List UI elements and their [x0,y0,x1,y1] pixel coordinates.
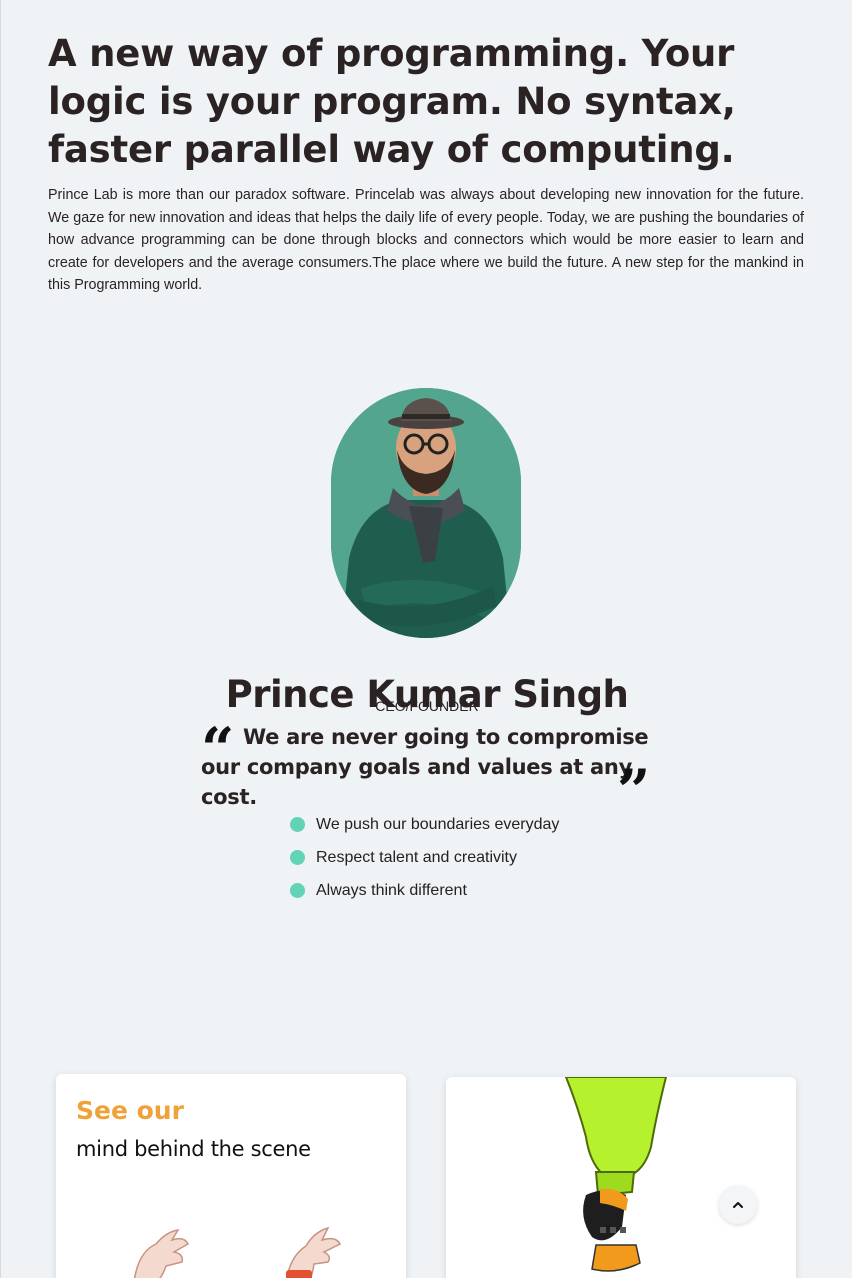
scroll-to-top-button[interactable] [719,1186,757,1224]
quote-text: We are never going to compromise our com… [201,725,649,809]
team-card-title: mind behind the scene [76,1137,311,1161]
bullet-dot-icon [290,883,305,898]
intro-headline: A new way of programming. Your logic is … [48,32,736,171]
intro-paragraph: Prince Lab is more than our paradox soft… [48,187,804,293]
close-quote-icon: ” [617,757,651,825]
value-text: Respect talent and creativity [316,848,517,866]
bullet-dot-icon [290,817,305,832]
list-item: Respect talent and creativity [290,841,559,874]
values-list: We push our boundaries everyday Respect … [290,808,559,907]
value-text: Always think different [316,881,467,899]
list-item: We push our boundaries everyday [290,808,559,841]
intro-section: A new way of programming. Your logic is … [48,30,804,297]
illustration-card[interactable] [446,1077,796,1278]
open-quote-icon: “ [201,715,235,783]
chevron-up-icon [733,1202,743,1208]
founder-photo [331,388,521,638]
page: A new way of programming. Your logic is … [0,0,852,1278]
founder-portrait [331,388,521,638]
value-text: We push our boundaries everyday [316,815,560,833]
walking-legs-illustration [564,1077,668,1272]
hands-illustration [133,1226,342,1278]
founder-quote: “ We are never going to compromise our c… [201,715,653,820]
team-card[interactable]: See our mind behind the scene [56,1074,406,1278]
list-item: Always think different [290,874,559,907]
bullet-dot-icon [290,850,305,865]
team-card-kicker: See our [76,1096,184,1125]
founder-role: CEO/FOUNDER [375,698,479,714]
